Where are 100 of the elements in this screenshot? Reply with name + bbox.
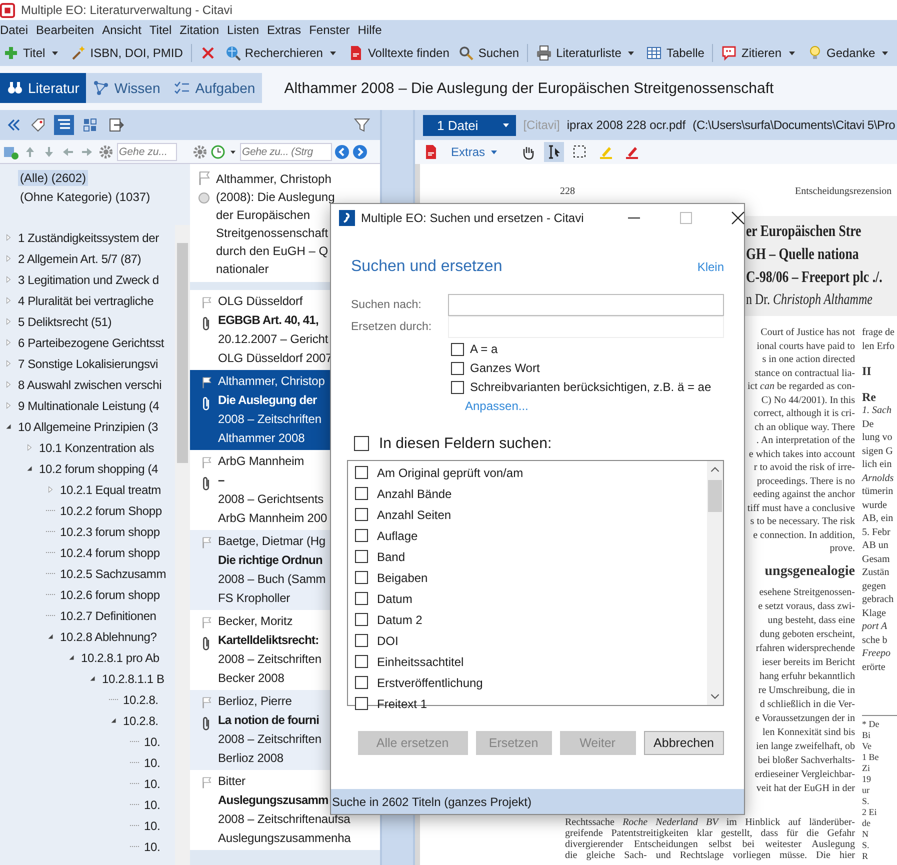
text-line: AB un: [862, 539, 888, 552]
info-text: 20.12.2007 – Gericht: [218, 331, 328, 348]
text-line: erörte: [862, 660, 886, 674]
text-line: 1. Sach: [862, 404, 892, 418]
short-title-text: ArbG Mannheim 200: [218, 510, 328, 527]
field-option: DOI: [377, 634, 398, 648]
text-line: d schließlich in die Ver-: [760, 698, 855, 712]
text-line: die gleiche Sach- und Rechtslage vorliegen müsse. Die hier: [565, 850, 855, 862]
author-text: Becker, Moritz: [218, 613, 293, 630]
preview-text: Althammer, Christoph: [216, 171, 332, 188]
footnote-line: N: [862, 828, 868, 840]
text-line: ict can be regarded as con-: [748, 380, 855, 394]
info-text: 2008 – Zeitschriften: [218, 731, 322, 748]
option-label: Schreibvarianten berücksichtigen, z.B. ä = ae: [470, 380, 712, 394]
title-text: Kartelldeliktsrecht:: [218, 632, 319, 649]
title-text: Auslegungszusamm: [218, 792, 328, 809]
footnote-line: Bi: [862, 730, 871, 741]
short-title-text: OLG Düsseldorf 2007: [218, 350, 332, 367]
text-line: dung geboten erscheint,: [760, 628, 855, 642]
field-option: Einheitssachtitel: [377, 654, 464, 668]
article-title-line: GH – Quelle nationa: [746, 245, 859, 265]
text-line: frage de: [862, 326, 894, 340]
short-title-text: FS Kropholler: [218, 590, 290, 607]
text-line: Gesam: [862, 552, 890, 566]
preview-text: nationaler: [216, 261, 269, 278]
info-text: 2008 – Zeitschriftenaufsa: [218, 811, 350, 828]
footnote-line: 2 Ei: [862, 806, 877, 818]
reference-heading: Althammer 2008 – Die Auslegung der Europäischen Streitgenossenschaft: [284, 80, 774, 96]
author-text: Baetge, Dietmar (Hg: [218, 533, 326, 550]
footnote-line: 19: [862, 774, 871, 785]
text-line: Klage: [862, 606, 886, 620]
text-line: r to avoid the risk of irre-: [754, 461, 855, 474]
article-title-line: n Dr. Christoph Althamme: [746, 291, 872, 310]
title-text: EGBGB Art. 40, 41,: [218, 312, 318, 329]
text-line: AB, ein: [862, 512, 894, 526]
footnote-line: Zi: [862, 762, 870, 774]
file-path: (C:\Users\surfa\Documents\Citavi 5\Pro: [692, 118, 896, 132]
dialog-heading: Suchen und ersetzen: [351, 258, 502, 276]
page-number: 228: [560, 186, 575, 199]
text-line: port A: [862, 620, 888, 634]
field-option: Anzahl Bände: [377, 486, 452, 500]
text-line: len Konnexität sind bis: [762, 726, 855, 740]
text-line: e connection. In addition,: [753, 528, 855, 542]
footnote-line: R: [862, 850, 868, 862]
text-line: stance on contractual lia-: [754, 366, 855, 380]
field-option: Am Original geprüft von/am: [377, 466, 524, 480]
text-line: ional courts have paid to: [756, 340, 855, 353]
text-line: e which takes into account: [748, 448, 855, 461]
footnote-line: Ve: [862, 740, 872, 752]
running-head: Entscheidungsrezension: [795, 186, 892, 199]
author-text: Bitter: [218, 773, 246, 790]
text-line: s in one action directed: [762, 353, 855, 366]
short-title-text: Althammer 2008: [218, 430, 305, 447]
text-line: eeding against the anchor: [753, 488, 855, 502]
info-text: 2008 – Buch (Samm: [218, 571, 326, 588]
source-label: [Citavi]: [523, 118, 560, 132]
text-line: Court of Justice has not: [760, 326, 855, 340]
field-option: Auflage: [377, 528, 418, 542]
preview-text: Streitgenossenschaft: [216, 225, 328, 242]
author-text: Berlioz, Pierre: [218, 693, 292, 710]
preview-text: (2008): Die Auslegung: [216, 189, 335, 206]
footnote-line: de: [862, 818, 870, 829]
text-line: proceedings. There is no: [756, 474, 855, 488]
footnote-line: S.: [862, 796, 870, 807]
short-title-text: Auslegungszusammenha: [218, 830, 351, 847]
text-line: tiff must have a conclusive: [747, 502, 855, 515]
field-option: Erstveröffentlichung: [377, 676, 483, 690]
text-line: len Erfo: [862, 340, 894, 353]
text-line: e setzt voraus, dass zwi-: [758, 600, 855, 614]
text-line: Rechtssache Roche Nederland BV im Hinblick auf länderüber-: [565, 816, 855, 828]
text-line: gegen: [862, 580, 886, 593]
text-line: ieser bereits im Bericht: [762, 656, 855, 670]
text-line: sigen G: [862, 444, 893, 458]
text-line: veit hat der EuGH in der: [756, 782, 855, 796]
option-label: Ganzes Wort: [470, 361, 540, 375]
title-text: –: [218, 472, 224, 489]
field-option: Datum 2: [377, 612, 422, 626]
text-line: bei bloßer Sachverhalts-: [758, 754, 855, 768]
status-bar: Suche in 2602 Titeln (ganzes Projekt): [331, 789, 744, 814]
text-line: wurde: [862, 498, 887, 512]
text-line: ung besteht, dass eine: [768, 614, 855, 628]
text-line: ien lange zweifelhaft, ob: [756, 740, 855, 754]
text-line: erdieseiner Vergleichbar-: [754, 768, 855, 782]
field-option: Beigaben: [377, 570, 428, 584]
author-text: ArbG Mannheim: [218, 453, 304, 470]
field-option: Freitext 1: [377, 696, 428, 710]
footnote-line: ur: [862, 784, 870, 796]
footnote-line: * De: [862, 718, 880, 730]
text-line: divergierender Entscheidungen selbst bei weitester Auslegung: [565, 839, 855, 850]
text-line: re Umschreibung, die in: [758, 684, 855, 698]
text-line: Arnolds: [862, 472, 894, 485]
info-text: 2008 – Gerichtsents: [218, 491, 324, 508]
text-line: II: [862, 365, 872, 378]
text-line: De: [862, 418, 874, 431]
author-text: OLG Düsseldorf: [218, 293, 303, 310]
text-line: tümerin: [862, 485, 894, 498]
text-line: Zustän: [862, 566, 890, 580]
text-line: lich ein: [862, 458, 892, 472]
text-line: prove.: [830, 542, 855, 556]
info-text: 2008 – Zeitschriften: [218, 411, 322, 428]
